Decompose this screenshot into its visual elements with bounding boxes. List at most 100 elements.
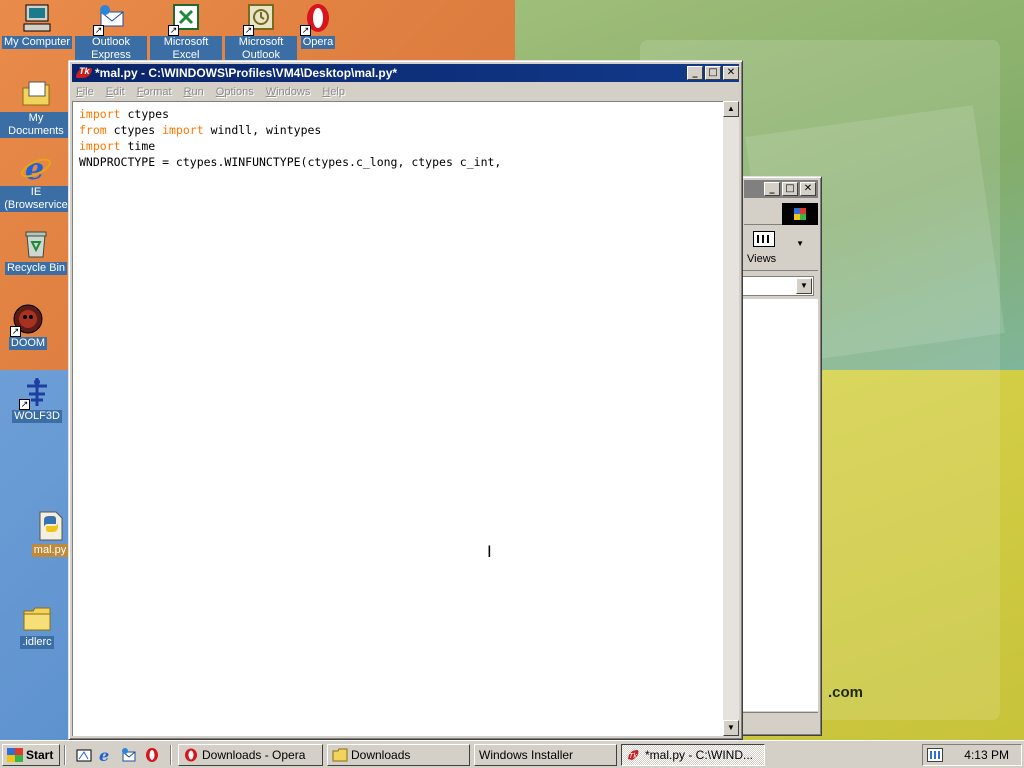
menu-help[interactable]: Help [322, 86, 345, 98]
explorer-window-background[interactable]: _ □ ✕ Views ▼ ▼ [740, 176, 822, 736]
code-text[interactable]: import ctypes from ctypes import windll, … [79, 106, 501, 170]
shortcut-arrow-icon: ↗ [19, 399, 30, 410]
explorer-address-bar: ▼ [741, 273, 818, 299]
task-button-downloads-opera[interactable]: Downloads - Opera [178, 744, 323, 766]
maximize-button[interactable]: □ [705, 66, 721, 80]
task-label: Downloads - Opera [202, 748, 306, 762]
minimize-button[interactable]: _ [764, 182, 780, 196]
views-icon[interactable] [753, 231, 775, 247]
desktop-icon-doom[interactable]: ↗ DOOM [0, 303, 64, 350]
doom-icon: ↗ [10, 303, 44, 337]
explorer-status-bar [741, 712, 818, 732]
system-tray: 4:13 PM [922, 744, 1022, 766]
shortcut-arrow-icon: ↗ [300, 25, 311, 36]
clock[interactable]: 4:13 PM [964, 748, 1009, 762]
menu-options[interactable]: Options [216, 86, 254, 98]
start-button[interactable]: Start [2, 744, 60, 766]
desktop-icon-my-documents[interactable]: My Documents [0, 78, 72, 138]
menu-windows[interactable]: Windows [266, 86, 311, 98]
outlook-express-icon[interactable] [121, 747, 137, 763]
desktop-icon-wolf3d[interactable]: ↗ WOLF3D [1, 376, 73, 423]
desktop-icon-outlook-express[interactable]: ↗ Outlook Express [75, 2, 147, 62]
desktop-icon-opera[interactable]: ↗ Opera [282, 2, 354, 49]
address-field[interactable]: ▼ [741, 276, 814, 296]
desktop-icon-label: My Computer [1, 36, 73, 49]
desktop-icon-label: Microsoft Excel [150, 36, 222, 62]
desktop-icon-recycle-bin[interactable]: Recycle Bin [0, 228, 72, 275]
taskbar: Start e Downloads - Opera Downloads Wind… [0, 740, 1024, 768]
menu-bar: File Edit Format Run Options Windows Hel… [72, 83, 739, 101]
desktop-icon-label: DOOM [8, 337, 48, 350]
windows-logo-icon [782, 203, 818, 225]
tk-icon [76, 66, 92, 80]
chevron-down-icon[interactable]: ▼ [796, 239, 804, 248]
minimize-button[interactable]: _ [687, 66, 703, 80]
code-line[interactable]: WNDPROCTYPE = ctypes.WINFUNCTYPE(ctypes.… [79, 154, 501, 170]
code-line[interactable]: import ctypes [79, 106, 501, 122]
menu-format[interactable]: Format [137, 86, 172, 98]
shortcut-arrow-icon: ↗ [168, 25, 179, 36]
code-line[interactable]: from ctypes import windll, wintypes [79, 122, 501, 138]
folder-icon [21, 602, 53, 634]
close-button[interactable]: ✕ [800, 182, 816, 196]
code-keyword: import [79, 107, 121, 121]
explorer-toolbar: Views ▼ [741, 227, 818, 271]
code-keyword: import [79, 139, 121, 153]
desktop-icon-label: Recycle Bin [4, 262, 68, 275]
vertical-scrollbar[interactable]: ▲ ▼ [723, 101, 739, 736]
desktop-icon-ie-browservice[interactable]: e IE (Browservice [0, 152, 72, 212]
scroll-down-button[interactable]: ▼ [723, 720, 739, 736]
menu-run[interactable]: Run [184, 86, 204, 98]
task-button-mal-py[interactable]: Tk *mal.py - C:\WIND... [621, 744, 765, 766]
desktop-icon-label: WOLF3D [12, 410, 62, 423]
desktop-icon-label: IE (Browservice [0, 186, 72, 212]
tk-icon: Tk [626, 748, 642, 762]
code-token: time [120, 139, 156, 153]
opera-icon: ↗ [300, 2, 334, 36]
code-keyword: import [162, 123, 204, 137]
task-button-windows-installer[interactable]: Windows Installer [474, 744, 617, 766]
task-button-downloads[interactable]: Downloads [327, 744, 470, 766]
show-desktop-icon[interactable] [76, 747, 92, 763]
desktop-icon-microsoft-excel[interactable]: ↗ Microsoft Excel [150, 2, 222, 62]
documents-folder-icon [20, 78, 52, 110]
explorer-content-area[interactable] [741, 299, 818, 711]
internet-explorer-icon: e [20, 152, 52, 187]
code-keyword: from [79, 123, 107, 137]
wolf3d-icon: ↗ [19, 376, 53, 410]
network-status-icon[interactable] [927, 748, 943, 762]
shortcut-arrow-icon: ↗ [243, 25, 254, 36]
code-token: windll, wintypes [203, 123, 322, 137]
folder-icon [332, 748, 348, 762]
menu-edit[interactable]: Edit [106, 86, 125, 98]
maximize-button[interactable]: □ [782, 182, 798, 196]
desktop-icon-idlerc[interactable]: .idlerc [1, 602, 73, 649]
menu-file[interactable]: File [76, 86, 94, 98]
desktop-icon-label: Outlook Express [75, 36, 147, 62]
python-file-icon [34, 510, 66, 542]
shortcut-arrow-icon: ↗ [93, 25, 104, 36]
desktop-icon-label: mal.py [31, 544, 69, 557]
task-label: *mal.py - C:\WIND... [645, 748, 754, 762]
scroll-up-button[interactable]: ▲ [723, 101, 739, 117]
internet-explorer-icon[interactable]: e [98, 746, 114, 765]
code-token: ctypes [106, 123, 163, 137]
computer-icon [21, 2, 53, 34]
code-token: WNDPROCTYPE = ctypes.WINFUNCTYPE(ctypes.… [79, 155, 502, 169]
idle-editor-window[interactable]: *mal.py - C:\WINDOWS\Profiles\VM4\Deskto… [68, 60, 743, 740]
svg-text:e: e [99, 747, 109, 763]
opera-icon[interactable] [144, 747, 160, 763]
task-label: Windows Installer [479, 748, 574, 762]
close-button[interactable]: ✕ [723, 66, 739, 80]
explorer-titlebar[interactable]: _ □ ✕ [744, 180, 818, 198]
address-dropdown-button[interactable]: ▼ [796, 278, 812, 294]
svg-text:e: e [25, 152, 44, 184]
taskbar-separator [170, 745, 172, 765]
windows-logo-icon [7, 748, 23, 762]
code-line[interactable]: import time [79, 138, 501, 154]
views-button-label[interactable]: Views [747, 253, 776, 265]
editor-titlebar[interactable]: *mal.py - C:\WINDOWS\Profiles\VM4\Deskto… [72, 64, 739, 82]
desktop-icon-my-computer[interactable]: My Computer [1, 2, 73, 49]
code-editor[interactable]: import ctypes from ctypes import windll, … [72, 101, 727, 736]
opera-icon [183, 748, 199, 762]
